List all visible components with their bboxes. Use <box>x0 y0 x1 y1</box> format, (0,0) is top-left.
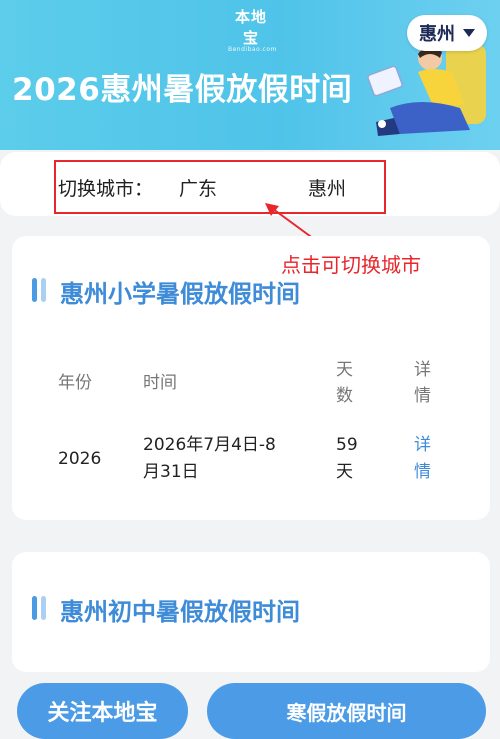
logo-subtext: Bendibao.com <box>228 46 277 53</box>
col-header-detail: 详 情 <box>414 360 431 406</box>
caret-down-icon <box>463 29 475 37</box>
winter-holiday-button[interactable]: 寒假放假时间 <box>207 683 486 739</box>
col-header-year: 年份 <box>58 373 92 393</box>
section-marker-icon <box>32 596 46 620</box>
col-header-time: 时间 <box>143 373 177 393</box>
section-marker-icon <box>32 278 46 302</box>
switch-hint-text: 点击可切换城市 <box>281 253 421 277</box>
cell-year: 2026 <box>58 449 102 469</box>
col-header-days: 天 数 <box>336 360 353 406</box>
follow-button[interactable]: 关注本地宝 <box>17 683 188 739</box>
header-banner: 本地宝 Bendibao.com 2026惠州暑假放假时间 惠州 <box>0 0 500 150</box>
primary-section-title: 惠州小学暑假放假时间 <box>60 280 300 308</box>
junior-section-title: 惠州初中暑假放假时间 <box>60 598 300 626</box>
page-title: 2026惠州暑假放假时间 <box>12 72 353 108</box>
province-option[interactable]: 广东 <box>179 174 217 201</box>
city-selector-label: 惠州 <box>419 24 455 45</box>
detail-link[interactable]: 详 情 <box>414 432 431 486</box>
city-selector[interactable]: 惠州 <box>407 15 487 51</box>
bendibao-logo[interactable]: 本地宝 Bendibao.com <box>228 6 277 53</box>
logo-text: 本地宝 <box>234 8 267 47</box>
cell-time: 2026年7月4日-8 月31日 <box>143 435 276 482</box>
switch-city-label: 切换城市： <box>58 178 154 200</box>
reading-person-illustration <box>367 44 486 136</box>
cell-days: 59 天 <box>336 435 358 482</box>
